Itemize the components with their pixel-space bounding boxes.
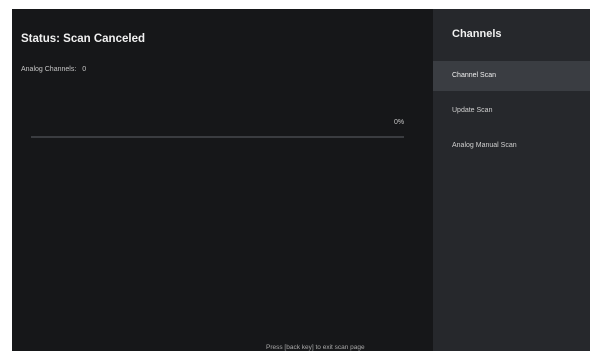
menu-item-label: Channel Scan xyxy=(452,72,496,79)
channels-side-panel: Channels Channel Scan Update Scan Analog… xyxy=(433,9,590,351)
menu-item-label: Analog Manual Scan xyxy=(452,142,517,149)
scan-status-panel: Status: Scan Canceled Analog Channels: 0… xyxy=(12,9,433,351)
analog-channels-row: Analog Channels: 0 xyxy=(21,66,86,73)
scan-status-title: Status: Scan Canceled xyxy=(21,33,145,45)
menu-item-update-scan[interactable]: Update Scan xyxy=(433,96,590,126)
menu-item-channel-scan[interactable]: Channel Scan xyxy=(433,61,590,91)
menu-item-analog-manual-scan[interactable]: Analog Manual Scan xyxy=(433,131,590,161)
tv-screen: Status: Scan Canceled Analog Channels: 0… xyxy=(12,9,590,351)
analog-channels-count: 0 xyxy=(82,66,87,73)
scan-progress-bar xyxy=(31,136,404,138)
menu-item-label: Update Scan xyxy=(452,107,493,114)
scan-progress-percent: 0% xyxy=(394,119,405,126)
channels-panel-title: Channels xyxy=(452,28,502,40)
exit-hint: Press [back key] to exit scan page xyxy=(266,344,365,351)
analog-channels-label: Analog Channels: xyxy=(21,66,77,73)
